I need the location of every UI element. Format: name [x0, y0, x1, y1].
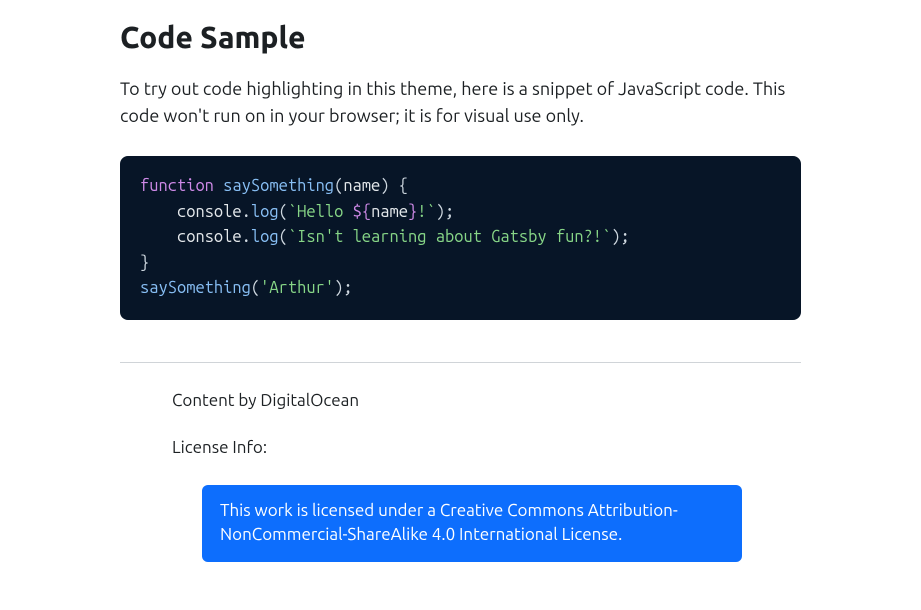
- code-sample: function saySomething(name) { console.lo…: [120, 156, 801, 320]
- code-token: log: [251, 203, 279, 221]
- code-token: name: [371, 203, 408, 221]
- code-token: (: [279, 228, 288, 246]
- code-token: ${: [353, 203, 371, 221]
- code-token: saySomething: [140, 279, 251, 297]
- code-token: function: [140, 177, 214, 195]
- code-token: .: [242, 228, 251, 246]
- code-token: }: [408, 203, 417, 221]
- code-token: [140, 228, 177, 246]
- code-token: console: [177, 228, 242, 246]
- page-title: Code Sample: [120, 20, 801, 54]
- code-token: ;: [621, 228, 630, 246]
- intro-paragraph: To try out code highlighting in this the…: [120, 76, 801, 130]
- content-by: Content by DigitalOcean: [172, 391, 801, 410]
- code-token: .: [242, 203, 251, 221]
- license-box: This work is licensed under a Creative C…: [202, 485, 742, 562]
- divider: [120, 362, 801, 363]
- code-token: !`: [417, 203, 435, 221]
- license-label: License Info:: [172, 438, 801, 457]
- code-token: ;: [445, 203, 454, 221]
- code-token: `Hello: [288, 203, 353, 221]
- code-token: [214, 177, 223, 195]
- code-token: ): [611, 228, 620, 246]
- code-token: [140, 203, 177, 221]
- code-token: 'Arthur': [260, 279, 334, 297]
- code-token: log: [251, 228, 279, 246]
- code-token: (: [279, 203, 288, 221]
- code-token: saySomething: [223, 177, 334, 195]
- code-token: `Isn't learning about Gatsby fun?!`: [288, 228, 611, 246]
- code-token: (: [251, 279, 260, 297]
- code-token: }: [140, 254, 149, 272]
- code-token: ): [334, 279, 343, 297]
- footer-section: Content by DigitalOcean License Info: Th…: [120, 391, 801, 562]
- code-token: [390, 177, 399, 195]
- code-token: ): [380, 177, 389, 195]
- code-token: (: [334, 177, 343, 195]
- code-token: name: [343, 177, 380, 195]
- code-token: ;: [343, 279, 352, 297]
- code-token: console: [177, 203, 242, 221]
- code-token: {: [399, 177, 408, 195]
- code-token: ): [436, 203, 445, 221]
